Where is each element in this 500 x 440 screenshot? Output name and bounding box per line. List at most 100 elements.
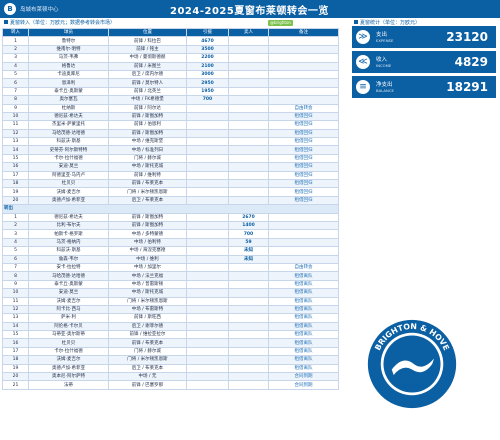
cell-note: 租借离队	[268, 304, 339, 315]
cell-no: 18	[2, 179, 29, 189]
cell-position: 中场 / 伯利特	[108, 237, 187, 248]
cell-fee-out	[228, 346, 269, 357]
cell-no: 10	[2, 288, 29, 298]
page-title: 2024-2025夏窗布莱顿转会一览	[170, 6, 329, 17]
stats-panel: ≫ 支出 EXPENSE 23120 ≪ 收入 INCOME 4829 ≡ 净支…	[352, 26, 496, 101]
cell-player: 奥本尼·阿尔萨特	[28, 371, 109, 382]
cell-note: 租借回归	[268, 170, 339, 181]
cell-fee-out	[228, 279, 269, 290]
cell-fee-in	[186, 195, 229, 206]
cell-player: 德尼兹·希达夫	[28, 111, 109, 122]
cell-no: 9	[2, 279, 29, 290]
cell-player: 安迪·莫兰	[28, 288, 109, 298]
cell-fee-in	[186, 371, 229, 382]
cell-no: 2	[2, 44, 29, 55]
cell-fee-out	[228, 36, 269, 46]
cell-player: 阿卡比·西马	[28, 304, 109, 315]
table-row: 11 杰里米·萨蒙里托 前锋 / 伯恩利 租借回归	[2, 120, 339, 130]
cell-fee-in	[186, 346, 229, 357]
table-row: 11 沃姆·麦吉尔 门将 / 米尔顿凯恩斯 租借离队	[2, 296, 339, 306]
cell-no: 7	[2, 262, 29, 273]
income-value: 4829	[454, 55, 488, 69]
cell-position: 前锋 / 斯图加特	[108, 111, 187, 122]
cell-no: 2	[2, 220, 29, 231]
cell-position: 中场 / 法兰克福	[108, 271, 187, 281]
table-row: 15 马蒂亚·奥尔斯蒂 前锋 / 维拉亚拉尔 租借离队	[2, 330, 339, 340]
table-row: 12 阿卡比·西马 中场 / 布雷斯特 租借离队	[2, 304, 339, 315]
cell-fee-in	[186, 380, 229, 390]
cell-note	[268, 212, 339, 223]
cell-note	[268, 254, 339, 264]
table-row: 9 杜纳斯 前锋 / 阿尔达 自由转会	[2, 103, 339, 113]
cell-fee-out	[228, 61, 269, 71]
org-name: 岛城布莱顿中心	[20, 7, 59, 13]
cell-no: 1	[2, 36, 29, 46]
cell-player: 萨米·利	[28, 313, 109, 323]
cell-no: 9	[2, 103, 29, 113]
cell-fee-out	[228, 179, 269, 189]
table-row: 8 奥尔塞瓦 中场 / FK希德堡 700	[2, 95, 339, 105]
cell-player: 法蒂	[28, 380, 109, 390]
cell-no: 6	[2, 254, 29, 264]
cell-fee-out	[228, 128, 269, 139]
table-row: 9 泰卡丘·奥斯蒙 中场 / 普雷斯顿 租借离队	[2, 279, 339, 290]
cell-fee-in: 4670	[186, 36, 229, 46]
cell-fee-out	[228, 103, 269, 113]
cell-fee-out	[228, 371, 269, 382]
cell-player: 沃姆·麦吉尔	[28, 355, 109, 365]
table-row: 4 马茨·格纳内 中场 / 伯利特 59	[2, 237, 339, 248]
cell-note: 租借回归	[268, 137, 339, 147]
cell-fee-in	[186, 153, 229, 164]
table-row: 8 马哈茂德·达哈德 中场 / 法兰克福 租借离队	[2, 271, 339, 281]
cell-position: 前锋 / 科拉巴	[108, 36, 187, 46]
cell-player: 马哈茂德·达哈德	[28, 128, 109, 139]
cell-fee-out: 未知	[228, 246, 269, 256]
cell-no: 4	[2, 61, 29, 71]
cell-fee-out	[228, 120, 269, 130]
table-row: 6 恩泽利 前锋 / 莫尔特人 2950	[2, 78, 339, 88]
cell-fee-in	[186, 179, 229, 189]
table-row: 6 詹森·韦尔 中场 / 维利 未知	[2, 254, 339, 264]
cell-fee-in: 1950	[186, 86, 229, 97]
table-row: 7 安卡·拉拉特 中场 / 加里尔 自由转会	[2, 262, 339, 273]
cell-player: 杰里米·萨蒙里托	[28, 120, 109, 130]
cell-note: 租借离队	[268, 355, 339, 365]
cell-fee-out: 59	[228, 237, 269, 248]
chevron-down-icon: ≫	[356, 30, 370, 44]
cell-fee-in	[186, 220, 229, 231]
cell-position: 前锋 / 布莱克本	[108, 338, 187, 348]
cell-note: 租借回归	[268, 195, 339, 206]
cell-note: 租借回归	[268, 162, 339, 172]
cell-note: 租借离队	[268, 338, 339, 348]
cell-note: 租借离队	[268, 330, 339, 340]
cell-position: 前锋 / 北英兰	[108, 86, 187, 97]
cell-no: 21	[2, 380, 29, 390]
cell-no: 17	[2, 170, 29, 181]
cell-no: 16	[2, 338, 29, 348]
cell-position: 前锋 / 斯图加特	[108, 212, 187, 223]
cell-no: 3	[2, 229, 29, 239]
cell-position: 后卫 / 布莱克本	[108, 363, 187, 374]
cell-no: 5	[2, 246, 29, 256]
table-row: 1 德尼兹·希达夫 前锋 / 斯图加特 2670	[2, 212, 339, 223]
cell-player: 维南尔·明特	[28, 44, 109, 55]
cell-fee-in	[186, 187, 229, 197]
cell-fee-in	[186, 313, 229, 323]
bullet-icon	[4, 20, 8, 24]
cell-no: 20	[2, 371, 29, 382]
balance-card: ≡ 净支出 BALANCE 18291	[352, 76, 496, 98]
cell-note	[268, 69, 339, 80]
cell-fee-out	[228, 95, 269, 105]
cell-no: 10	[2, 111, 29, 122]
cell-position: 中场 / 海涅克塞德	[108, 246, 187, 256]
cell-note: 租借离队	[268, 271, 339, 281]
cell-note: 租借离队	[268, 346, 339, 357]
cell-fee-in: 3500	[186, 44, 229, 55]
cell-position: 中场 / 布雷斯特	[108, 304, 187, 315]
cell-note: 租借回归	[268, 187, 339, 197]
section-label-out: 转出	[2, 204, 339, 214]
table-row: 20 奥本尼·阿尔萨特 中场 / 无 合同到期	[2, 371, 339, 382]
cell-note	[268, 229, 339, 239]
cell-fee-in	[186, 120, 229, 130]
cell-fee-out	[228, 313, 269, 323]
